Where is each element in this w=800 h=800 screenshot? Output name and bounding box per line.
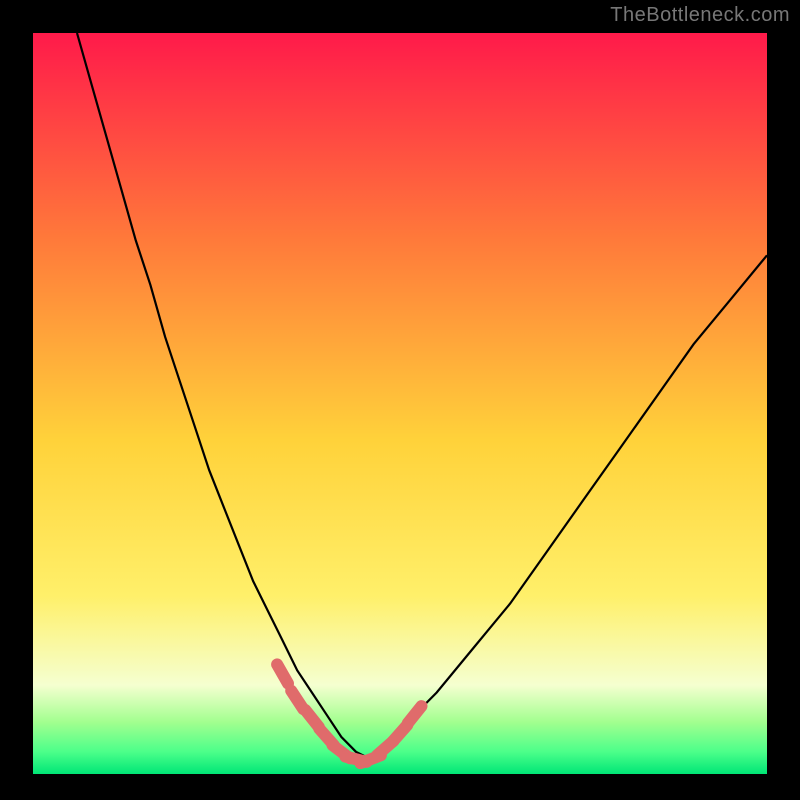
bottleneck-chart: [0, 0, 800, 800]
gradient-plot-area: [33, 33, 767, 774]
chart-root: TheBottleneck.com: [0, 0, 800, 800]
watermark-text: TheBottleneck.com: [610, 4, 790, 27]
